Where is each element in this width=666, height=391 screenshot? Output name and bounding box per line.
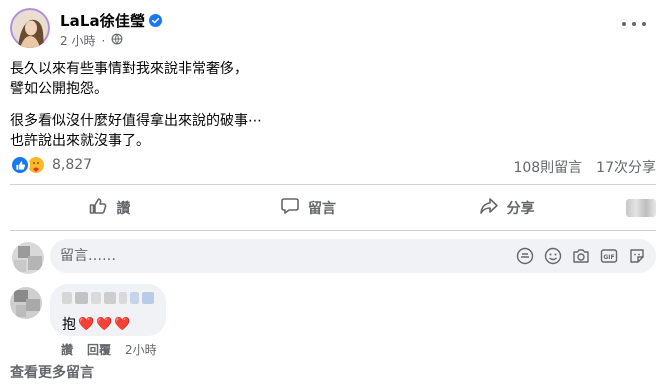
more-dot-icon	[622, 22, 626, 26]
heart-emoji: ❤️	[78, 316, 95, 332]
share-count-link[interactable]: 17次分享	[596, 157, 656, 177]
comment-composer: GIF	[50, 239, 656, 273]
heart-emoji: ❤️	[96, 316, 113, 332]
view-more-comments-link[interactable]: 查看更多留言	[10, 362, 94, 382]
globe-icon	[111, 33, 123, 48]
separator-dot: ·	[101, 33, 106, 48]
current-user-avatar[interactable]	[12, 242, 44, 274]
share-arrow-icon	[479, 196, 499, 220]
author-name[interactable]: LaLa徐佳瑩	[60, 10, 145, 31]
identity-avatar	[626, 199, 657, 217]
like-button[interactable]: 讚	[10, 190, 209, 226]
comment-bubble-icon	[280, 196, 300, 220]
like-reaction-icon	[10, 155, 30, 175]
heart-emoji: ❤️	[114, 316, 131, 332]
comment-word: 抱	[62, 317, 76, 333]
more-options-button[interactable]	[622, 17, 646, 31]
post-paragraph: 很多看似沒什麼好值得拿出來說的破事⋯ 也許說出來就沒事了。	[10, 111, 650, 151]
author-row: LaLa徐佳瑩	[60, 10, 163, 31]
engagement-counts: 108則留言 17次分享	[513, 157, 656, 177]
post-paragraph: 長久以來有些事情對我來說非常奢侈， 譬如公開抱怨。	[10, 59, 650, 99]
thumbs-up-icon	[88, 196, 108, 220]
author-avatar[interactable]	[10, 8, 50, 48]
post-actions-bar: 讚 留言 分享	[10, 190, 657, 226]
post-line: 長久以來有些事情對我來說非常奢侈，	[10, 61, 248, 77]
share-button[interactable]: 分享	[407, 190, 606, 226]
commenter-name-redacted[interactable]	[62, 292, 154, 306]
choose-identity-button[interactable]	[606, 190, 657, 226]
post-meta: 2 小時 ·	[60, 32, 123, 49]
comment-count-link[interactable]: 108則留言	[513, 157, 582, 177]
comment-reply-button[interactable]: 回覆	[87, 341, 111, 358]
post-line: 很多看似沒什麼好值得拿出來說的破事⋯	[10, 113, 262, 129]
post-text: 長久以來有些事情對我來說非常奢侈， 譬如公開抱怨。 很多看似沒什麼好值得拿出來說…	[10, 59, 650, 151]
more-dot-icon	[642, 22, 646, 26]
more-dot-icon	[632, 22, 636, 26]
gif-icon[interactable]: GIF	[600, 247, 618, 265]
comment-actions: 讚 回覆 2小時	[61, 341, 157, 358]
divider	[10, 230, 656, 231]
camera-icon[interactable]	[572, 247, 590, 265]
composer-tools: GIF	[516, 247, 646, 265]
emoji-icon[interactable]	[544, 247, 562, 265]
avatar-sticker-icon[interactable]	[516, 247, 534, 265]
divider	[10, 184, 656, 185]
comment-time[interactable]: 2小時	[125, 341, 157, 358]
post-line: 譬如公開抱怨。	[10, 81, 108, 97]
reactions-summary[interactable]: 8,827	[10, 155, 92, 175]
post-line: 也許說出來就沒事了。	[10, 133, 150, 149]
comment-text: 抱 ❤️ ❤️ ❤️	[62, 314, 154, 334]
comment-bubble: 抱 ❤️ ❤️ ❤️	[50, 284, 166, 336]
reaction-count: 8,827	[52, 157, 93, 173]
svg-text:GIF: GIF	[603, 254, 614, 261]
comment-label: 留言	[308, 201, 336, 217]
share-label: 分享	[506, 201, 535, 217]
sticker-icon[interactable]	[628, 247, 646, 265]
comment-button[interactable]: 留言	[209, 190, 408, 226]
comment-like-button[interactable]: 讚	[61, 341, 73, 358]
commenter-avatar[interactable]	[10, 287, 42, 319]
like-label: 讚	[116, 201, 131, 217]
post-time[interactable]: 2 小時	[60, 32, 95, 49]
comment-input[interactable]	[60, 248, 516, 264]
verified-badge-icon	[149, 14, 163, 27]
